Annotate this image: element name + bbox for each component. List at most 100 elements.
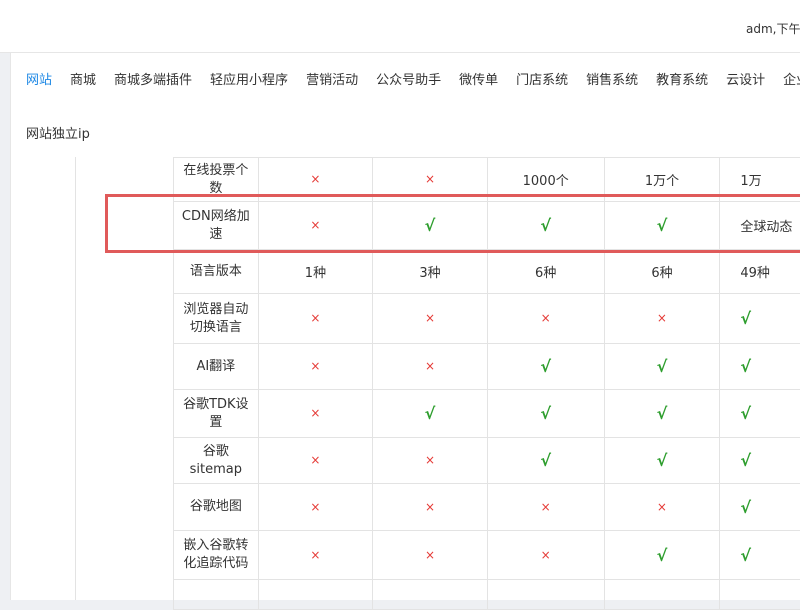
table-row: 语言版本1种3种6种6种49种 xyxy=(174,250,800,294)
check-icon: √ xyxy=(740,404,751,423)
check-icon: √ xyxy=(657,216,668,235)
table-row: AI翻译××√√√ xyxy=(174,344,800,390)
tab-11[interactable]: 企业 xyxy=(783,69,800,88)
plan-value-cell xyxy=(373,580,488,610)
plan-value-cell: √ xyxy=(373,390,488,438)
plan-value-cell: 49种 xyxy=(720,250,800,294)
feature-name: 浏览器自动切换语言 xyxy=(174,294,259,344)
plan-value-cell: √ xyxy=(604,202,720,250)
plan-value-cell: √ xyxy=(604,438,720,484)
table-row: 在线投票个数××1000个1万个1万 xyxy=(174,158,800,202)
cross-icon: × xyxy=(425,500,435,514)
plan-value-cell: 全球动态 xyxy=(720,202,800,250)
cross-icon: × xyxy=(425,311,435,325)
plan-value-cell: 3种 xyxy=(373,250,488,294)
plan-value-cell: √ xyxy=(720,294,800,344)
top-bar: adm,下午好 xyxy=(0,0,800,53)
plan-value-cell: 6种 xyxy=(604,250,720,294)
plan-value-cell: 6种 xyxy=(487,250,604,294)
feature-name: 谷歌TDK设置 xyxy=(174,390,259,438)
plan-value-cell: √ xyxy=(487,202,604,250)
tab-3[interactable]: 轻应用小程序 xyxy=(210,69,288,88)
feature-name: CDN网络加速 xyxy=(174,202,259,250)
plan-value-cell: × xyxy=(258,484,373,531)
check-icon: √ xyxy=(740,498,751,517)
plan-value-cell: × xyxy=(487,294,604,344)
value-text: 1000个 xyxy=(523,174,569,189)
value-text: 全球动态 xyxy=(740,220,792,235)
plan-value-cell: × xyxy=(487,531,604,580)
table-row: 谷歌sitemap × × √ √ √ xyxy=(174,438,800,484)
value-text: 1种 xyxy=(305,266,326,281)
check-icon: √ xyxy=(740,451,751,470)
plan-value-cell: √ xyxy=(487,344,604,390)
value-text: 6种 xyxy=(535,266,556,281)
plan-value-cell: √ xyxy=(720,531,800,580)
feature-name: 嵌入谷歌转化追踪代码 xyxy=(174,531,259,580)
plan-value-cell: × xyxy=(258,294,373,344)
plan-value-cell: × xyxy=(258,344,373,390)
tree-divider xyxy=(75,157,76,600)
plan-value-cell: × xyxy=(373,294,488,344)
value-text: 49种 xyxy=(740,266,770,281)
category-nav: 网站商城商城多端插件轻应用小程序营销活动公众号助手微传单门店系统销售系统教育系统… xyxy=(10,53,800,157)
cross-icon: × xyxy=(541,311,551,325)
cross-icon: × xyxy=(425,548,435,562)
sub-tab-independent-ip[interactable]: 网站独立ip xyxy=(26,127,90,142)
plan-value-cell: √ xyxy=(720,344,800,390)
plan-value-cell: × xyxy=(373,438,488,484)
value-text: 6种 xyxy=(651,266,672,281)
value-text: 1万个 xyxy=(645,174,679,189)
plan-value-cell: × xyxy=(258,202,373,250)
plan-value-cell: √ xyxy=(487,438,604,484)
tab-0[interactable]: 网站 xyxy=(26,69,52,88)
plan-value-cell: 1种 xyxy=(258,250,373,294)
cross-icon: × xyxy=(425,453,435,467)
plan-value-cell: × xyxy=(258,158,373,202)
tab-10[interactable]: 云设计 xyxy=(726,69,765,88)
feature-name: 谷歌sitemap xyxy=(174,438,259,484)
cross-icon: × xyxy=(310,172,320,186)
sub-tabs: 网站独立ip xyxy=(26,123,90,142)
feature-comparison-table: 在线投票个数××1000个1万个1万CDN网络加速×√√√全球动态语言版本1种3… xyxy=(173,157,800,610)
check-icon: √ xyxy=(657,404,668,423)
tab-1[interactable]: 商城 xyxy=(70,69,96,88)
table-row xyxy=(174,580,800,610)
table-row: 嵌入谷歌转化追踪代码×××√√ xyxy=(174,531,800,580)
check-icon: √ xyxy=(657,451,668,470)
plan-value-cell xyxy=(487,580,604,610)
user-greeting[interactable]: adm,下午好 xyxy=(746,20,800,37)
plan-value-cell: √ xyxy=(720,484,800,531)
feature-comparison-area: 在线投票个数××1000个1万个1万CDN网络加速×√√√全球动态语言版本1种3… xyxy=(10,157,800,600)
cross-icon: × xyxy=(657,500,667,514)
cross-icon: × xyxy=(541,500,551,514)
table-row: 谷歌TDK设置× √ √ √ √ xyxy=(174,390,800,438)
plan-value-cell xyxy=(604,580,720,610)
check-icon: √ xyxy=(425,404,436,423)
cross-icon: × xyxy=(310,218,320,232)
plan-value-cell: × xyxy=(258,390,373,438)
cross-icon: × xyxy=(310,453,320,467)
tab-5[interactable]: 公众号助手 xyxy=(376,69,441,88)
cross-icon: × xyxy=(425,359,435,373)
tab-8[interactable]: 销售系统 xyxy=(586,69,638,88)
tab-9[interactable]: 教育系统 xyxy=(656,69,708,88)
feature-name xyxy=(174,580,259,610)
plan-value-cell xyxy=(720,580,800,610)
plan-value-cell: 1000个 xyxy=(487,158,604,202)
check-icon: √ xyxy=(740,309,751,328)
plan-value-cell: √ xyxy=(487,390,604,438)
cross-icon: × xyxy=(425,172,435,186)
plan-value-cell: √ xyxy=(720,390,800,438)
plan-value-cell xyxy=(258,580,373,610)
plan-value-cell: √ xyxy=(604,531,720,580)
check-icon: √ xyxy=(740,546,751,565)
tab-6[interactable]: 微传单 xyxy=(459,69,498,88)
plan-value-cell: √ xyxy=(373,202,488,250)
plan-value-cell: √ xyxy=(720,438,800,484)
table-row: 浏览器自动切换语言××××√ xyxy=(174,294,800,344)
tab-2[interactable]: 商城多端插件 xyxy=(114,69,192,88)
plan-value-cell: × xyxy=(373,484,488,531)
tab-7[interactable]: 门店系统 xyxy=(516,69,568,88)
tab-4[interactable]: 营销活动 xyxy=(306,69,358,88)
